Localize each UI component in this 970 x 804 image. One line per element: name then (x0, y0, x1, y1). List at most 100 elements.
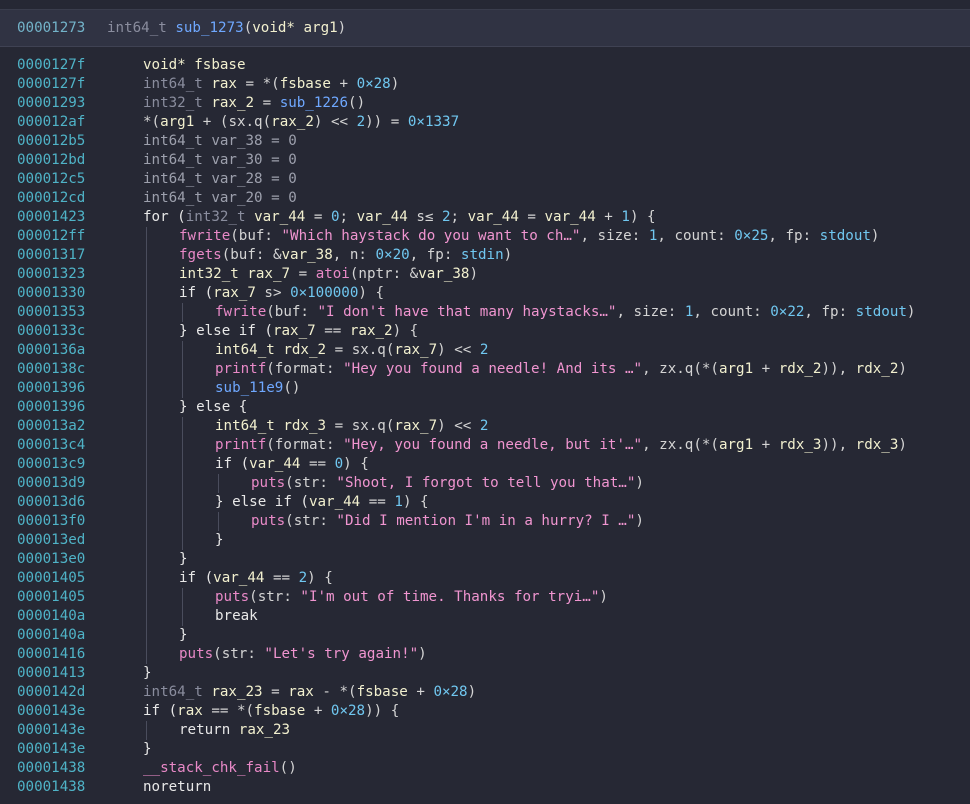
code-line[interactable]: 00001423 for (int32_t var_44 = 0; var_44 … (0, 208, 970, 227)
code-statement[interactable]: int64_t var_30 = 0 (143, 151, 297, 170)
code-token[interactable]: "I'm out of time. Thanks for tryi…" (300, 589, 599, 605)
line-address[interactable]: 00001438 (17, 778, 85, 797)
code-token[interactable]: s> (256, 285, 290, 301)
code-token[interactable]: if ( (143, 703, 177, 719)
code-token[interactable]: ; (451, 209, 468, 225)
code-token[interactable]: ) << (314, 114, 357, 130)
code-token[interactable]: sub_1226 (280, 95, 348, 111)
code-token[interactable]: ) (871, 228, 880, 244)
code-token[interactable]: "Let's try again!" (264, 646, 418, 662)
code-token[interactable]: printf (215, 437, 266, 453)
code-statement[interactable]: void* fsbase (143, 56, 246, 75)
code-token[interactable]: rax_2 (271, 114, 314, 130)
code-token[interactable]: fsbase (254, 703, 305, 719)
line-address[interactable]: 000013d9 (17, 474, 85, 493)
code-token[interactable]: noreturn (143, 779, 211, 795)
code-token[interactable]: 1 (394, 494, 403, 510)
code-token[interactable]: s≤ (408, 209, 442, 225)
code-statement[interactable]: int64_t var_28 = 0 (143, 170, 297, 189)
code-token[interactable]: = (305, 209, 331, 225)
code-statement[interactable]: } (215, 531, 224, 550)
line-address[interactable]: 0000127f (17, 56, 85, 75)
code-statement[interactable]: if (var_44 == 2) { (179, 569, 333, 588)
code-token[interactable]: } (143, 665, 152, 681)
line-address[interactable]: 0000143e (17, 740, 85, 759)
code-token[interactable]: 0×22 (770, 304, 804, 320)
code-token[interactable]: var_44 (468, 209, 519, 225)
code-token[interactable]: var_44 (545, 209, 596, 225)
code-token[interactable]: ) (907, 304, 916, 320)
line-address[interactable]: 000013a2 (17, 417, 85, 436)
code-token[interactable]: ; (339, 209, 356, 225)
line-address[interactable]: 000012af (17, 113, 85, 132)
line-address[interactable]: 00001416 (17, 645, 85, 664)
line-address[interactable]: 000012b5 (17, 132, 85, 151)
line-address[interactable]: 00001396 (17, 379, 85, 398)
code-token[interactable]: rax_2 (211, 95, 254, 111)
code-token[interactable]: rax_7 (273, 323, 316, 339)
code-statement[interactable]: sub_11e9() (215, 379, 300, 398)
code-token[interactable]: )) = (365, 114, 408, 130)
code-token[interactable]: , count: (657, 228, 734, 244)
signature-token[interactable]: int64_t (107, 20, 175, 36)
code-token[interactable]: __stack_chk_fail (143, 760, 280, 776)
code-token[interactable]: fwrite (179, 228, 230, 244)
code-token[interactable]: , fp: (410, 247, 461, 263)
code-token[interactable]: + (596, 209, 622, 225)
code-token[interactable]: + (753, 361, 779, 377)
code-token[interactable]: - *( (314, 684, 356, 700)
code-token[interactable]: 0×25 (734, 228, 768, 244)
code-line[interactable]: 0000143e if (rax == *(fsbase + 0×28)) { (0, 702, 970, 721)
code-statement[interactable]: printf(format: "Hey you found a needle! … (215, 360, 907, 379)
code-statement[interactable]: } (143, 740, 152, 759)
code-statement[interactable]: noreturn (143, 778, 211, 797)
code-token[interactable]: = (519, 209, 545, 225)
code-line[interactable]: 000012bd int64_t var_30 = 0 (0, 151, 970, 170)
code-statement[interactable]: int64_t rdx_3 = sx.q(rax_7) << 2 (215, 417, 488, 436)
code-token[interactable]: fsbase (280, 76, 331, 92)
code-token[interactable]: puts (251, 475, 285, 491)
code-token[interactable]: , zx.q(*( (642, 361, 719, 377)
code-token[interactable]: int64_t var_38 = (143, 133, 288, 149)
code-token[interactable]: 2 (480, 418, 489, 434)
code-token[interactable]: 0×20 (375, 247, 409, 263)
code-token[interactable]: = (326, 342, 352, 358)
code-token[interactable]: 0×28 (433, 684, 467, 700)
code-token[interactable]: var_38 (418, 266, 469, 282)
code-token[interactable]: } (215, 532, 224, 548)
code-line[interactable]: 000012cd int64_t var_20 = 0 (0, 189, 970, 208)
code-line[interactable]: 00001413} (0, 664, 970, 683)
code-token[interactable]: rdx_2 (779, 361, 822, 377)
code-token[interactable]: = *( (237, 76, 280, 92)
code-token[interactable]: rdx_3 (856, 437, 899, 453)
code-token[interactable]: fwrite (215, 304, 266, 320)
code-statement[interactable]: for (int32_t var_44 = 0; var_44 s≤ 2; va… (143, 208, 656, 227)
code-token[interactable]: (str: (285, 513, 336, 529)
code-token[interactable]: , fp: (804, 304, 855, 320)
code-token[interactable]: == (264, 570, 298, 586)
code-token[interactable]: () (348, 95, 365, 111)
code-token[interactable]: + (305, 703, 331, 719)
code-token[interactable]: , fp: (768, 228, 819, 244)
code-token[interactable]: (buf: (230, 228, 281, 244)
code-token[interactable]: rdx_2 (856, 361, 899, 377)
code-token[interactable]: stdout (820, 228, 871, 244)
line-address[interactable]: 00001438 (17, 759, 85, 778)
code-token[interactable]: var_44 (357, 209, 408, 225)
code-token[interactable]: rax_7 (213, 285, 256, 301)
line-address[interactable]: 000013f0 (17, 512, 85, 531)
code-token[interactable]: "Shoot, I forgot to tell you that…" (336, 475, 635, 491)
line-address[interactable]: 00001330 (17, 284, 85, 303)
signature-token[interactable]: sub_1273 (175, 20, 243, 36)
code-token[interactable]: ) (418, 646, 427, 662)
code-token[interactable]: int32_t (186, 209, 254, 225)
code-statement[interactable]: } else { (179, 398, 247, 417)
code-token[interactable]: int64_t var_28 = (143, 171, 288, 187)
code-statement[interactable]: } else if (rax_7 == rax_2) { (179, 322, 418, 341)
code-token[interactable]: , size: (616, 304, 684, 320)
function-address[interactable]: 00001273 (17, 20, 107, 36)
code-statement[interactable]: fwrite(buf: "I don't have that many hays… (215, 303, 915, 322)
code-token[interactable]: var_38 (282, 247, 333, 263)
line-address[interactable]: 00001405 (17, 588, 85, 607)
code-statement[interactable]: int64_t rax = *(fsbase + 0×28) (143, 75, 399, 94)
